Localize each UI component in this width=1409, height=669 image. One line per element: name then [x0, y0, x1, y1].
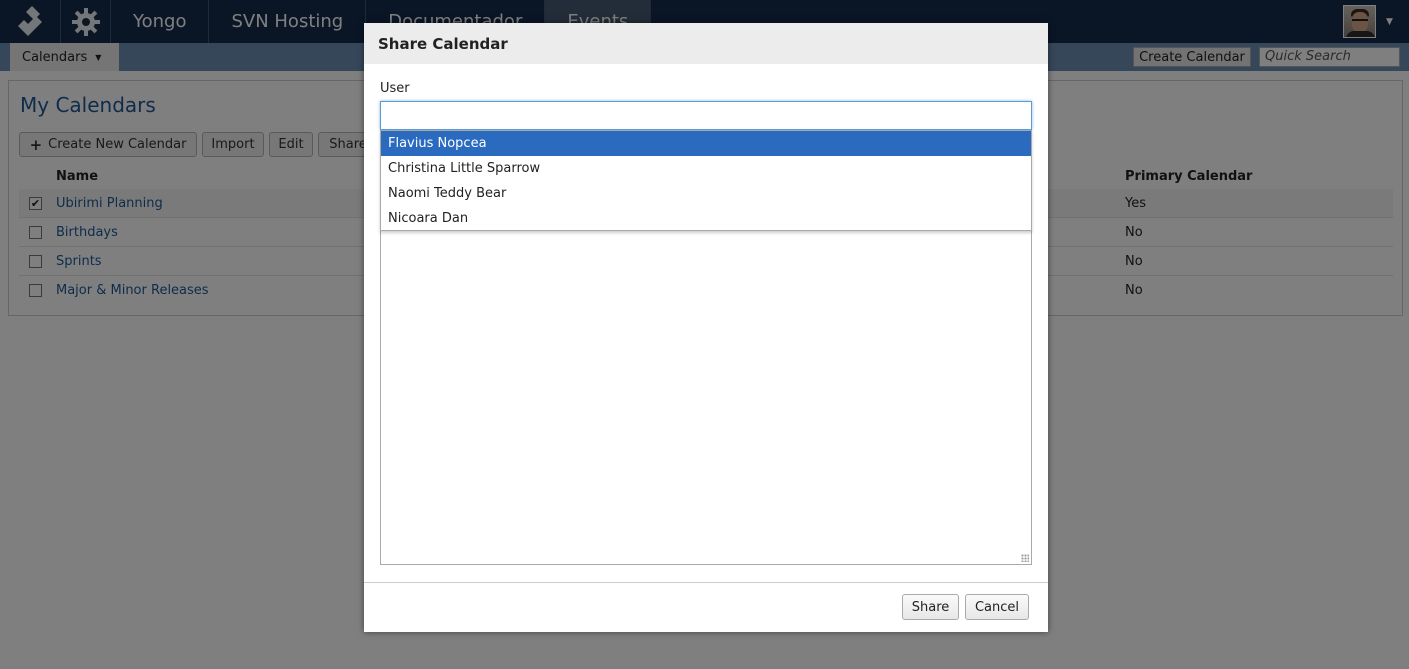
suggestion-item[interactable]: Nicoara Dan	[381, 206, 1031, 231]
user-suggestions-dropdown: Flavius Nopcea Christina Little Sparrow …	[380, 130, 1032, 231]
message-textarea[interactable]	[380, 226, 1032, 565]
cancel-button[interactable]: Cancel	[965, 594, 1029, 620]
share-calendar-dialog: Share Calendar User Flavius Nopcea Chris…	[364, 23, 1048, 632]
resize-handle-icon[interactable]	[1021, 554, 1029, 562]
user-search-input[interactable]	[380, 101, 1032, 130]
suggestion-item[interactable]: Flavius Nopcea	[381, 131, 1031, 156]
dialog-title: Share Calendar	[364, 23, 1048, 64]
suggestion-item[interactable]: Naomi Teddy Bear	[381, 181, 1031, 206]
suggestion-item[interactable]: Christina Little Sparrow	[381, 156, 1031, 181]
dialog-footer: Share Cancel	[364, 582, 1048, 632]
user-label: User	[380, 81, 410, 96]
share-submit-button[interactable]: Share	[902, 594, 959, 620]
